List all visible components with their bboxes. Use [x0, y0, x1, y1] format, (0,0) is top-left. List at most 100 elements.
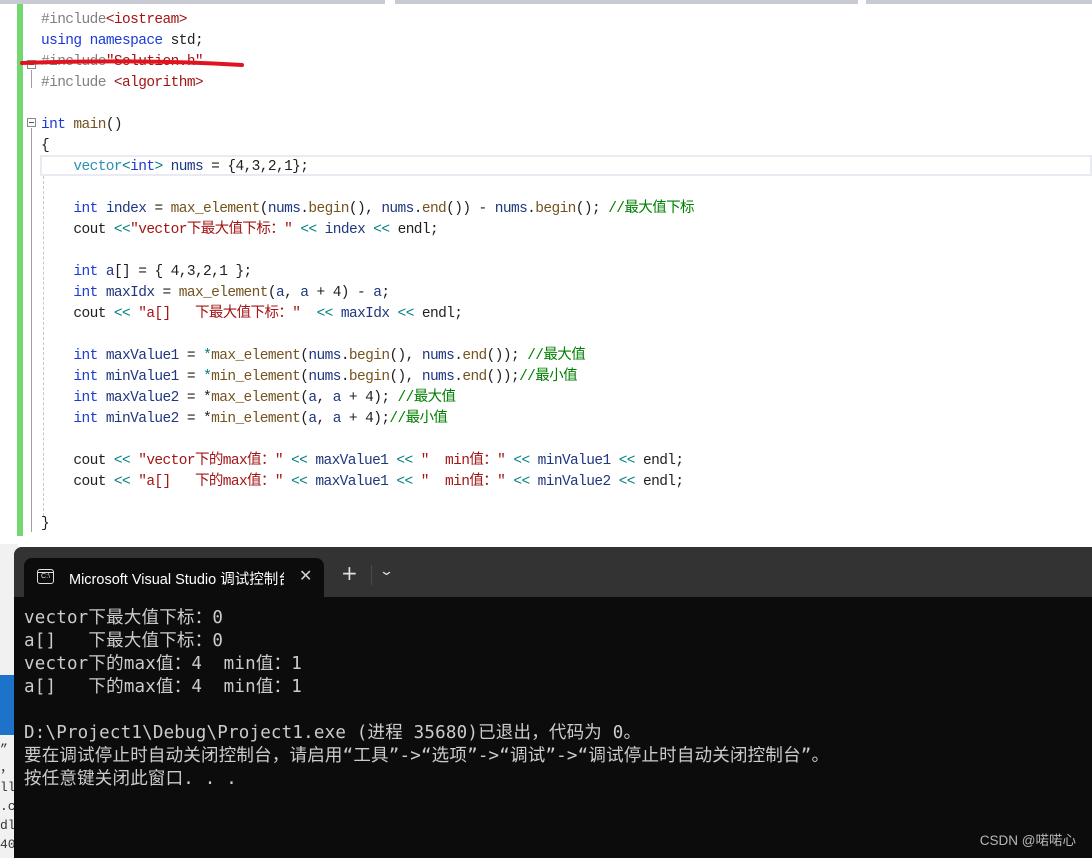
code-token: ()); — [486, 369, 520, 385]
code-token: a — [105, 264, 115, 280]
code-token: int — [73, 411, 98, 427]
code-token: max_element — [178, 285, 269, 301]
chevron-down-icon[interactable]: ⌄ — [379, 564, 394, 579]
debug-console-window[interactable]: C:\ Microsoft Visual Studio 调试控制台 ✕ + ⌄ … — [14, 547, 1092, 858]
code-line[interactable]: cout << "a[] 下最大值下标：" << maxIdx << endl; — [41, 304, 463, 325]
code-token: << — [397, 306, 415, 322]
code-token: main — [73, 117, 106, 133]
code-token: end — [462, 369, 487, 385]
code-token: ()); — [486, 348, 528, 364]
fold-line — [31, 70, 32, 88]
terminal-tab-title: Microsoft Visual Studio 调试控制台 — [69, 572, 284, 588]
code-token: endl; — [634, 453, 684, 469]
code-token: //最小值 — [519, 369, 578, 385]
code-token: maxValue1 — [315, 474, 389, 490]
terminal-output-line: 要在调试停止时自动关闭控制台，请启用“工具”->“选项”->“调试”->“调试停… — [24, 746, 830, 766]
code-line[interactable]: int maxIdx = max_element(a, a + 4) - a; — [41, 283, 390, 304]
code-token: begin — [348, 348, 390, 364]
code-line[interactable]: int minValue1 = *min_element(nums.begin(… — [41, 367, 577, 388]
code-token: = — [178, 348, 204, 364]
code-token: int — [73, 201, 98, 217]
close-icon[interactable]: ✕ — [299, 566, 312, 585]
code-token: vector — [73, 159, 123, 175]
new-tab-button[interactable]: + — [341, 563, 358, 583]
terminal-output-line: a[] 下最大值下标：0 — [24, 631, 224, 651]
code-editor[interactable]: #include<iostream> using namespace std; #i… — [0, 4, 1092, 544]
code-token: cout — [41, 306, 114, 322]
code-token: (), — [389, 369, 422, 385]
code-token: << — [618, 474, 636, 490]
code-line[interactable]: #include<iostream> — [41, 10, 187, 31]
fold-line — [31, 128, 32, 532]
code-token: //最大值 — [527, 348, 586, 364]
code-token: = — [154, 285, 179, 301]
code-token: << — [373, 222, 390, 238]
code-token: end — [421, 201, 447, 217]
fold-toggle-main[interactable] — [27, 118, 36, 127]
code-line[interactable]: cout << "a[] 下的max值：" << maxValue1 << " … — [41, 472, 684, 493]
terminal-output-line: D:\Project1\Debug\Project1.exe (进程 35680… — [24, 723, 642, 743]
code-token: ()) - — [446, 201, 495, 217]
code-token: int — [73, 264, 98, 280]
code-token: + 4); — [340, 390, 398, 406]
red-strikethrough-annotation — [20, 59, 244, 67]
code-token: #include — [41, 12, 106, 28]
code-token: "a[] 下最大值下标：" — [138, 306, 301, 322]
code-line[interactable]: vector<int> nums = {4,3,2,1}; — [41, 157, 309, 178]
code-token: . — [340, 369, 350, 385]
code-line[interactable]: int a[] = { 4,3,2,1 }; — [41, 262, 252, 283]
code-token: a — [332, 411, 342, 427]
code-token: endl; — [413, 306, 463, 322]
code-token: << — [113, 453, 131, 469]
code-token: max_element — [170, 201, 261, 217]
code-token: [] = { 4,3,2,1 }; — [113, 264, 252, 280]
code-token: = * — [178, 411, 212, 427]
code-line[interactable]: int maxValue2 = *max_element(a, a + 4); … — [41, 388, 456, 409]
console-icon: C:\ — [37, 569, 54, 584]
code-token: minValue2 — [105, 411, 180, 427]
code-token: nums — [308, 348, 341, 364]
code-token: << — [113, 474, 131, 490]
code-token: "vector下的max值：" — [138, 453, 283, 469]
code-token: begin — [348, 369, 390, 385]
code-token: "a[] 下的max值：" — [138, 474, 283, 490]
code-line[interactable]: cout << "vector下的max值：" << maxValue1 << … — [41, 451, 684, 472]
code-token: , — [284, 285, 301, 301]
code-token: < — [122, 159, 131, 175]
code-token: nums — [421, 369, 455, 385]
code-token: namespace — [89, 33, 164, 49]
terminal-tab[interactable]: C:\ Microsoft Visual Studio 调试控制台 ✕ — [24, 558, 324, 598]
code-token: using — [41, 33, 82, 49]
code-line[interactable]: { — [41, 136, 50, 157]
code-line[interactable]: int index = max_element(nums.begin(), nu… — [41, 199, 694, 220]
code-token: std; — [162, 33, 204, 49]
code-line[interactable]: int maxValue1 = *max_element(nums.begin(… — [41, 346, 585, 367]
code-token: nums — [381, 201, 414, 217]
code-line[interactable]: cout <<"vector下最大值下标：" << index << endl; — [41, 220, 438, 241]
code-token: . — [340, 348, 350, 364]
code-token: << — [300, 222, 317, 238]
code-line[interactable]: int main() — [41, 115, 123, 136]
code-token: > — [154, 159, 163, 175]
code-line[interactable]: using namespace std; — [41, 31, 204, 52]
code-token: maxValue2 — [105, 390, 180, 406]
code-line[interactable]: #include <algorithm> — [41, 73, 204, 94]
code-token: cout — [41, 222, 114, 238]
code-token: begin — [535, 201, 576, 217]
code-line[interactable]: } — [41, 514, 50, 535]
code-line[interactable]: int minValue2 = *min_element(a, a + 4);/… — [41, 409, 448, 430]
code-token: << — [316, 306, 334, 322]
code-token: (), — [389, 348, 422, 364]
